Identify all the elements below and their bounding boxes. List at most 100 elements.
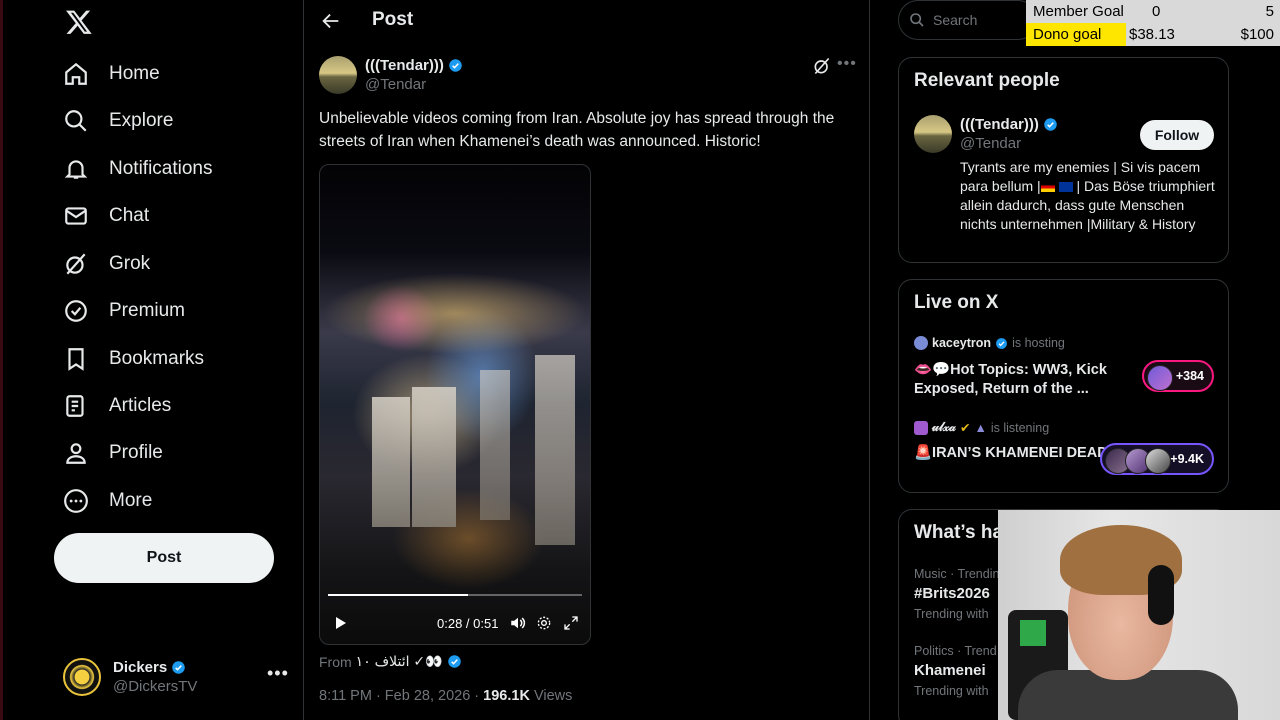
- views-label: Views: [529, 688, 573, 704]
- nav-articles[interactable]: Articles: [61, 384, 171, 428]
- relevant-user-info[interactable]: (((Tendar))) @Tendar: [960, 115, 1058, 153]
- relevant-people-panel: Relevant people (((Tendar))) @Tendar Fol…: [898, 57, 1229, 263]
- grok-icon: [61, 249, 91, 279]
- account-handle: @DickersTV: [113, 678, 198, 695]
- space-listeners-badge[interactable]: +9.4K: [1100, 443, 1214, 475]
- play-icon[interactable]: [332, 615, 348, 631]
- user-bio: Tyrants are my enemies | Si vis pacem pa…: [960, 158, 1215, 234]
- nav-label: Grok: [109, 253, 151, 274]
- webcam-overlay: [998, 510, 1280, 720]
- post-timestamp[interactable]: 8:11 PM · Feb 28, 2026 ·: [319, 688, 483, 704]
- nav-label: Explore: [109, 110, 174, 131]
- search-input[interactable]: Search: [898, 0, 1038, 40]
- fullscreen-icon[interactable]: [563, 615, 579, 631]
- avatar: [63, 658, 101, 696]
- germany-flag-icon: [1040, 182, 1055, 193]
- search-icon: [61, 106, 91, 136]
- verified-icon: [449, 59, 462, 72]
- x-logo-icon[interactable]: [65, 8, 93, 36]
- trend-item[interactable]: Music · Trendin #Brits2026 Trending with: [914, 564, 999, 624]
- stream-goal-overlay: Member Goal 0 5 Dono goal $38.13 $100: [1026, 0, 1280, 46]
- nav-grok[interactable]: Grok: [61, 242, 150, 286]
- grok-icon[interactable]: [812, 56, 832, 76]
- video-frame-building: [480, 370, 510, 520]
- avatar[interactable]: [914, 115, 952, 153]
- verified-icon: [447, 655, 461, 668]
- member-goal-row: Member Goal 0 5: [1026, 0, 1280, 23]
- trend-category: Politics · Trend: [914, 644, 997, 658]
- nav-home[interactable]: Home: [61, 52, 160, 96]
- nav-label: More: [109, 490, 153, 511]
- avatar: [914, 420, 928, 435]
- space-host-line[interactable]: 𝓊𝓁𝓍𝒶 ✔ ▲ is listening: [914, 420, 1049, 435]
- search-icon: [910, 13, 924, 27]
- trend-with: Trending with: [914, 684, 989, 698]
- post-button[interactable]: Post: [54, 533, 274, 583]
- space-action: is listening: [990, 420, 1050, 435]
- mail-icon: [61, 201, 91, 231]
- author-info[interactable]: (((Tendar))) @Tendar: [365, 56, 463, 94]
- follow-button[interactable]: Follow: [1140, 120, 1214, 150]
- avatar: [1145, 448, 1171, 474]
- settings-gear-icon[interactable]: [536, 615, 552, 631]
- video-progress-bar[interactable]: [328, 594, 582, 596]
- video-attribution[interactable]: From ائتلاف ۱۰ ✓👀: [319, 653, 462, 670]
- headset-icon: [1148, 565, 1174, 625]
- nav-label: Notifications: [109, 158, 213, 179]
- trend-item[interactable]: Politics · Trend Khamenei Trending with: [914, 641, 997, 701]
- space-title[interactable]: 🚨IRAN’S KHAMENEI DEAD: [914, 444, 1119, 463]
- bell-icon: [61, 154, 91, 184]
- bookmark-icon: [61, 344, 91, 374]
- space-count: +9.4K: [1170, 452, 1204, 466]
- space-listeners-badge[interactable]: +384: [1142, 360, 1214, 392]
- video-frame-building: [412, 387, 456, 527]
- space-user: 𝓊𝓁𝓍𝒶: [932, 420, 956, 434]
- nav-explore[interactable]: Explore: [61, 99, 173, 143]
- video-time: 0:28 / 0:51: [437, 616, 499, 631]
- post-detail: Post (((Tendar))) @Tendar ••• Unbelievab…: [303, 0, 870, 720]
- panel-title: Live on X: [914, 292, 999, 313]
- author-avatar[interactable]: [319, 56, 357, 94]
- person-icon: [61, 438, 91, 468]
- video-progress-fill: [328, 594, 468, 596]
- nav-label: Chat: [109, 205, 150, 226]
- trend-with: Trending with: [914, 607, 989, 621]
- space-title[interactable]: 👄💬Hot Topics: WW3, Kick Exposed, Return …: [914, 361, 1119, 399]
- nav-profile[interactable]: Profile: [61, 431, 163, 475]
- eu-flag-icon: [1058, 182, 1073, 193]
- verified-icon: [172, 661, 185, 674]
- article-icon: [61, 391, 91, 421]
- space-host-line[interactable]: kaceytron is hosting: [914, 336, 1065, 350]
- triangle-icon: ▲: [974, 420, 987, 435]
- gold-verified-icon: ✔: [959, 421, 971, 435]
- more-options-icon[interactable]: •••: [267, 663, 289, 684]
- nav-chat[interactable]: Chat: [61, 194, 149, 238]
- from-source: ائتلاف ۱۰ ✓👀: [355, 653, 443, 669]
- trend-name: #Brits2026: [914, 585, 990, 602]
- left-sidebar: Home Explore Notifications Chat Grok Pre…: [0, 0, 303, 720]
- page-title: Post: [372, 9, 414, 30]
- dono-goal-current: $38.13: [1129, 26, 1175, 43]
- relevant-display-name: (((Tendar))): [960, 116, 1039, 133]
- member-goal-target: 5: [1265, 3, 1274, 20]
- trend-name: Khamenei: [914, 662, 986, 679]
- post-header: Post: [304, 0, 869, 42]
- more-options-icon[interactable]: •••: [837, 55, 857, 73]
- account-switcher[interactable]: Dickers @DickersTV •••: [63, 655, 293, 699]
- nav-notifications[interactable]: Notifications: [61, 147, 213, 191]
- video-player[interactable]: 0:28 / 0:51: [319, 164, 591, 645]
- nav-more[interactable]: More: [61, 479, 152, 523]
- from-prefix: From: [319, 653, 352, 670]
- space-count: +384: [1175, 369, 1204, 383]
- nav-label: Premium: [109, 300, 186, 321]
- nav-bookmarks[interactable]: Bookmarks: [61, 337, 204, 381]
- nav-premium[interactable]: Premium: [61, 289, 185, 333]
- back-arrow-icon[interactable]: [320, 10, 342, 32]
- author-display-name: (((Tendar))): [365, 57, 444, 74]
- volume-icon[interactable]: [509, 614, 527, 632]
- member-goal-label: Member Goal: [1033, 3, 1124, 20]
- author-handle: @Tendar: [365, 76, 427, 93]
- relevant-handle: @Tendar: [960, 135, 1022, 152]
- space-action: is hosting: [1012, 336, 1065, 350]
- verified-icon: [996, 337, 1007, 349]
